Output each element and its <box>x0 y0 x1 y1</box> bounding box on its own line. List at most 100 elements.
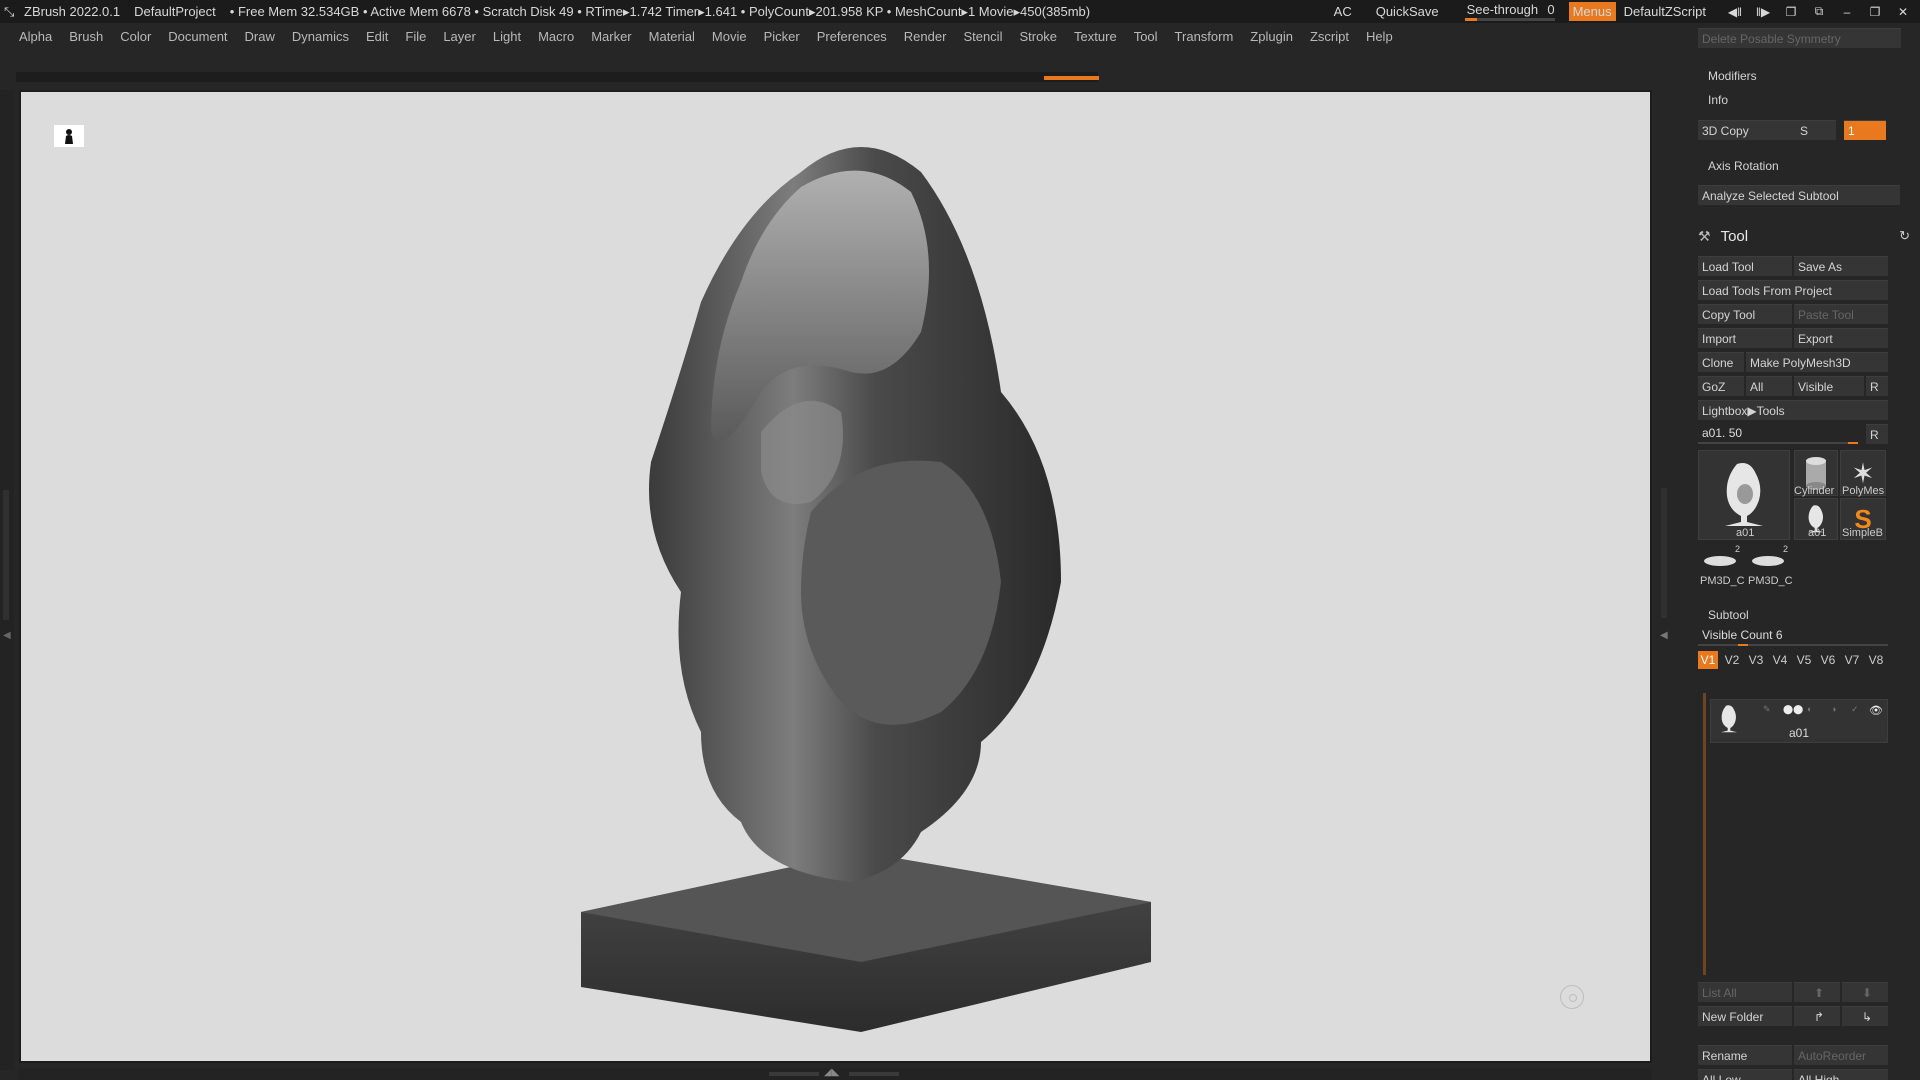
lightbox-tools-button[interactable]: Lightbox▶Tools <box>1698 400 1888 420</box>
menu-dynamics[interactable]: Dynamics <box>292 29 349 44</box>
menu-help[interactable]: Help <box>1366 29 1393 44</box>
menus-button[interactable]: Menus <box>1568 2 1616 21</box>
ac-toggle[interactable]: AC <box>1334 4 1352 19</box>
axis-rotation-header[interactable]: Axis Rotation <box>1708 159 1779 173</box>
restore-icon[interactable]: ❐ <box>1864 5 1886 19</box>
menu-file[interactable]: File <box>405 29 426 44</box>
left-tray-arrow-icon[interactable]: ◀ <box>3 630 11 641</box>
3d-copy-value-field[interactable]: 1 <box>1844 120 1886 140</box>
menu-zplugin[interactable]: Zplugin <box>1250 29 1293 44</box>
clone-button[interactable]: Clone <box>1698 352 1744 372</box>
menu-layer[interactable]: Layer <box>443 29 476 44</box>
menu-movie[interactable]: Movie <box>712 29 747 44</box>
arrow-down-right-icon[interactable]: ↳ <box>1842 1006 1888 1026</box>
version-tab-v1[interactable]: V1 <box>1698 651 1718 669</box>
version-tab-v5[interactable]: V5 <box>1794 651 1814 669</box>
right-tray-handle[interactable] <box>1661 488 1667 618</box>
subtool-scrollbar[interactable] <box>1703 693 1706 975</box>
solo-toggle-icon[interactable]: ◐ <box>1807 704 1812 714</box>
analyze-selected-subtool-button[interactable]: Analyze Selected Subtool <box>1698 185 1900 205</box>
move-down-icon[interactable]: ⬇ <box>1842 982 1888 1002</box>
minimize-icon[interactable]: – <box>1836 5 1858 19</box>
make-polymesh3d-button[interactable]: Make PolyMesh3D <box>1746 352 1888 372</box>
menu-edit[interactable]: Edit <box>366 29 388 44</box>
export-button[interactable]: Export <box>1794 328 1888 348</box>
layout-next-icon[interactable]: ‖▶ <box>1752 5 1774 19</box>
tool-thumb-pm3d-2[interactable]: 2 <box>1746 544 1790 574</box>
menu-brush[interactable]: Brush <box>69 29 103 44</box>
layout-windows-icon[interactable]: ❐ <box>1780 5 1802 19</box>
layout-prev-icon[interactable]: ◀‖ <box>1724 5 1746 19</box>
paste-tool-button[interactable]: Paste Tool <box>1794 304 1888 324</box>
menu-marker[interactable]: Marker <box>591 29 631 44</box>
rotation-gizmo[interactable] <box>1560 985 1584 1009</box>
load-tools-from-project-button[interactable]: Load Tools From Project <box>1698 280 1888 300</box>
default-zscript-button[interactable]: DefaultZScript <box>1624 4 1706 19</box>
modifiers-header[interactable]: Modifiers <box>1708 69 1757 83</box>
see-through-slider[interactable]: See-through 0 <box>1464 2 1555 22</box>
version-tab-v7[interactable]: V7 <box>1842 651 1862 669</box>
left-tray-handle[interactable] <box>3 490 9 620</box>
menu-texture[interactable]: Texture <box>1074 29 1117 44</box>
auto-reorder-button[interactable]: AutoReorder <box>1794 1045 1888 1065</box>
list-all-button[interactable]: List All <box>1698 982 1792 1002</box>
bottom-tray-edge[interactable]: ◢◣ <box>19 1067 1652 1080</box>
save-as-button[interactable]: Save As <box>1794 256 1888 276</box>
close-icon[interactable]: ✕ <box>1892 5 1914 19</box>
polypaint-toggle-icon[interactable]: ⬤⬤ <box>1783 704 1803 715</box>
arrow-up-right-icon[interactable]: ↱ <box>1794 1006 1840 1026</box>
bottom-tray-arrows-icon[interactable]: ◢◣ <box>824 1067 839 1078</box>
left-tray-edge[interactable]: ◀ <box>0 90 14 1070</box>
all-low-button[interactable]: All Low <box>1698 1069 1792 1080</box>
info-header[interactable]: Info <box>1708 93 1728 107</box>
layout-swap-icon[interactable]: ⧉ <box>1808 4 1830 19</box>
version-tab-v8[interactable]: V8 <box>1866 651 1886 669</box>
menu-material[interactable]: Material <box>649 29 695 44</box>
menu-picker[interactable]: Picker <box>764 29 800 44</box>
new-folder-button[interactable]: New Folder <box>1698 1006 1792 1026</box>
import-button[interactable]: Import <box>1698 328 1792 348</box>
load-tool-button[interactable]: Load Tool <box>1698 256 1792 276</box>
sculpt-model[interactable] <box>561 132 1161 1032</box>
perspective-badge[interactable] <box>54 125 84 147</box>
right-tray-arrow-icon[interactable]: ◀ <box>1660 630 1668 641</box>
version-tab-v2[interactable]: V2 <box>1722 651 1742 669</box>
version-tab-v3[interactable]: V3 <box>1746 651 1766 669</box>
3d-copy-s-button[interactable]: S <box>1796 120 1836 140</box>
goz-visible-button[interactable]: Visible <box>1794 376 1864 396</box>
menu-tool[interactable]: Tool <box>1134 29 1158 44</box>
menu-preferences[interactable]: Preferences <box>817 29 887 44</box>
delete-posable-symmetry-button[interactable]: Delete Posable Symmetry <box>1698 28 1901 48</box>
menu-transform[interactable]: Transform <box>1175 29 1234 44</box>
quicksave-button[interactable]: QuickSave <box>1376 4 1439 19</box>
all-high-button[interactable]: All High <box>1794 1069 1888 1080</box>
3d-copy-button[interactable]: 3D Copy <box>1698 120 1796 140</box>
menu-stencil[interactable]: Stencil <box>963 29 1002 44</box>
copy-tool-button[interactable]: Copy Tool <box>1698 304 1792 324</box>
right-tray-edge[interactable]: ◀ <box>1652 90 1686 1080</box>
reset-icon[interactable]: ↻ <box>1899 228 1910 244</box>
lock-toggle-icon[interactable]: ◑ <box>1831 704 1836 714</box>
menu-stroke[interactable]: Stroke <box>1019 29 1057 44</box>
menu-light[interactable]: Light <box>493 29 521 44</box>
menu-render[interactable]: Render <box>904 29 947 44</box>
version-tab-v4[interactable]: V4 <box>1770 651 1790 669</box>
goz-button[interactable]: GoZ <box>1698 376 1744 396</box>
menu-zscript[interactable]: Zscript <box>1310 29 1349 44</box>
menu-document[interactable]: Document <box>168 29 227 44</box>
subtool-header[interactable]: Subtool <box>1708 608 1749 622</box>
move-up-icon[interactable]: ⬆ <box>1794 982 1840 1002</box>
tool-slider[interactable]: a01. 50 <box>1698 424 1858 444</box>
paint-toggle-icon[interactable]: ✓ <box>1851 704 1859 715</box>
eye-icon[interactable]: 👁 <box>1869 704 1883 717</box>
version-tab-v6[interactable]: V6 <box>1818 651 1838 669</box>
menu-alpha[interactable]: Alpha <box>19 29 52 44</box>
tool-slider-r-button[interactable]: R <box>1866 424 1888 444</box>
menu-color[interactable]: Color <box>120 29 151 44</box>
bottom-tray-handle-left[interactable] <box>769 1072 819 1076</box>
tool-thumb-pm3d-1[interactable]: 2 <box>1698 544 1742 574</box>
menu-draw[interactable]: Draw <box>245 29 275 44</box>
brush-toggle-icon[interactable]: ✎ <box>1763 704 1771 715</box>
visible-count-slider[interactable]: Visible Count 6 <box>1698 626 1888 646</box>
tool-palette-header[interactable]: ⚒ Tool ↻ <box>1686 223 1920 249</box>
